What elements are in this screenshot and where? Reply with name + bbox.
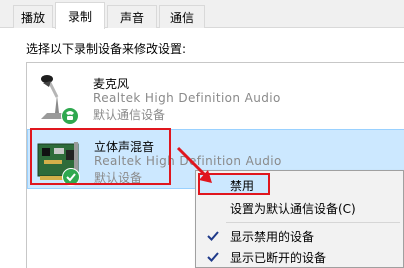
menu-item-label-overlay: 禁用 [230, 179, 255, 193]
menu-item-label: 显示禁用的设备 [230, 229, 315, 244]
annotation-highlight-box [30, 128, 171, 185]
tab-label: 录制 [67, 9, 92, 24]
tab-label: 声音 [119, 10, 144, 25]
menu-item-show-disconnected[interactable]: 显示已断开的设备 [198, 246, 401, 268]
instruction-text: 选择以下录制设备来修改设置: [26, 42, 187, 56]
menu-item-show-disabled[interactable]: 显示禁用的设备 [198, 225, 401, 247]
phone-badge-icon [61, 107, 79, 125]
device-status: 默认通信设备 [93, 108, 166, 122]
tab-label: 通信 [169, 10, 194, 25]
device-row-microphone[interactable]: 麦克风 Realtek High Definition Audio 默认通信设备 [27, 67, 404, 129]
menu-item-set-default-communication[interactable]: 设置为默认通信设备(C) [198, 197, 401, 219]
device-name: 麦克风 [93, 77, 130, 91]
annotation-disable-box: 禁用 [198, 173, 270, 195]
tab-playback[interactable]: 播放 [13, 5, 53, 28]
tab-communications[interactable]: 通信 [159, 5, 205, 28]
tab-strip: 播放 录制 声音 通信 [0, 0, 404, 29]
checkmark-icon [204, 248, 222, 266]
tab-recording[interactable]: 录制 [55, 2, 105, 29]
tab-sounds[interactable]: 声音 [107, 5, 157, 28]
device-driver: Realtek High Definition Audio [93, 91, 281, 105]
menu-item-label: 显示已断开的设备 [230, 250, 327, 265]
checkmark-icon [204, 227, 222, 245]
menu-separator [226, 222, 400, 223]
tab-label: 播放 [20, 10, 45, 25]
menu-item-label: 设置为默认通信设备(C) [230, 201, 356, 216]
